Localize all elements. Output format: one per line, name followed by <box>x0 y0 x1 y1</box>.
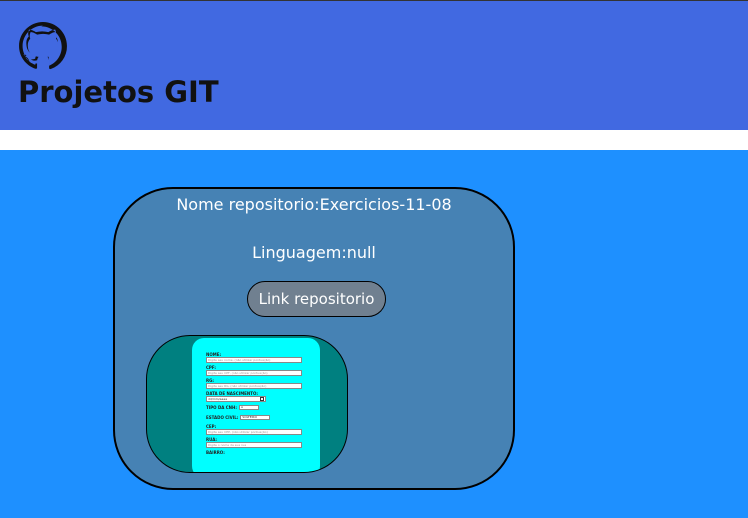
calendar-icon <box>260 397 264 401</box>
form-label-cnh: TIPO DA CNH: <box>206 405 237 410</box>
form-label-estado-civil: ESTADO CIVIL: <box>206 415 239 420</box>
repo-preview-frame: NOME: Digite seu nome, (não utilizar pon… <box>146 335 348 473</box>
form-date-value: dd/mm/aaaa <box>208 397 228 401</box>
form-input-nascimento: dd/mm/aaaa <box>206 396 266 402</box>
preview-form: NOME: Digite seu nome, (não utilizar pon… <box>206 352 306 455</box>
form-input-cpf: Digite seu CPF, (não utilizar pontuação) <box>206 370 302 376</box>
header-divider <box>0 130 748 150</box>
form-input-nome: Digite seu nome, (não utilizar pontuação… <box>206 357 302 363</box>
page-title: Projetos GIT <box>18 75 219 109</box>
form-select-estado-civil: SOLTEIRO <box>240 415 271 420</box>
repo-name: Nome repositorio:Exercicios-11-08 <box>176 195 452 214</box>
github-icon[interactable] <box>18 21 68 71</box>
form-input-rg: Digite seu RG, (não utilizar pontuação) <box>206 383 302 389</box>
repo-card: Nome repositorio:Exercicios-11-08 Lingua… <box>113 187 515 490</box>
form-input-rua: Digite o nome da sua rua <box>206 442 302 448</box>
repo-preview-image: NOME: Digite seu nome, (não utilizar pon… <box>192 338 320 472</box>
repo-link-button[interactable]: Link repositorio <box>247 281 386 317</box>
form-label-bairro: BAIRRO: <box>206 450 225 455</box>
header: Projetos GIT <box>0 0 748 130</box>
form-input-cep: Digite seu CEP, (não utilizar pontuação) <box>206 429 302 435</box>
form-row-estado-civil: ESTADO CIVIL: SOLTEIRO <box>206 414 306 421</box>
form-row-cnh: TIPO DA CNH: A <box>206 404 306 411</box>
repo-language: Linguagem:null <box>252 243 376 262</box>
form-select-cnh: A <box>238 405 259 410</box>
